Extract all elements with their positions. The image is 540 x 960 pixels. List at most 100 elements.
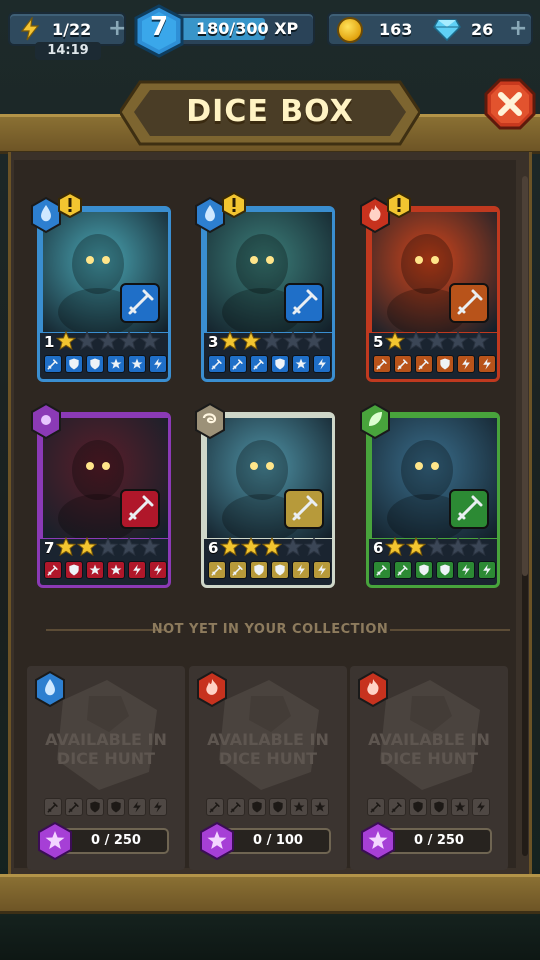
star-empty-icon xyxy=(405,330,427,351)
sword-face-icon xyxy=(208,561,226,579)
collection-section-label: NOT YET IN YOUR COLLECTION xyxy=(151,622,389,637)
sword-face-icon xyxy=(394,561,412,579)
star-empty-icon xyxy=(97,330,119,351)
diamond-icon xyxy=(433,19,461,41)
sword-face-icon xyxy=(388,798,406,816)
star-face-icon xyxy=(451,798,469,816)
shield-face-icon xyxy=(86,355,104,373)
star-empty-icon xyxy=(303,536,325,557)
sword-face-icon xyxy=(373,355,391,373)
shield-face-icon xyxy=(436,355,454,373)
dice-stars xyxy=(384,536,490,557)
shield-face-icon xyxy=(86,798,104,816)
fire-element-icon xyxy=(356,670,390,708)
frame-bottom xyxy=(0,874,540,914)
star-filled-icon xyxy=(384,330,406,351)
shard-star-icon xyxy=(197,821,237,861)
sword-face-icon xyxy=(394,355,412,373)
dice-icon xyxy=(449,283,489,323)
bolt-face-icon xyxy=(292,561,310,579)
sword-face-icon xyxy=(250,355,268,373)
bolt-face-icon xyxy=(128,798,146,816)
sword-face-icon xyxy=(373,561,391,579)
locked-dice-faces xyxy=(206,798,329,816)
sword-face-icon xyxy=(367,798,385,816)
bolt-face-icon xyxy=(313,561,331,579)
sword-face-icon xyxy=(227,798,245,816)
star-empty-icon xyxy=(426,536,448,557)
sword-face-icon xyxy=(44,561,62,579)
dice-icon xyxy=(449,489,489,529)
bolt-face-icon xyxy=(478,355,496,373)
star-filled-icon xyxy=(384,536,406,557)
dice-level: 7 xyxy=(44,539,55,557)
dice-stars xyxy=(219,330,325,351)
currency-pill[interactable]: 163 26 + xyxy=(327,12,533,46)
dice-faces xyxy=(44,561,167,579)
sword-face-icon xyxy=(65,798,83,816)
availability-text: AVAILABLE IN DICE HUNT xyxy=(207,730,329,768)
energy-pill[interactable]: 1/22 + xyxy=(8,12,126,46)
player-level: 7 xyxy=(149,12,169,42)
star-empty-icon xyxy=(282,330,304,351)
availability-text: AVAILABLE IN DICE HUNT xyxy=(368,730,490,768)
dice-faces xyxy=(373,355,496,373)
shield-face-icon xyxy=(107,798,125,816)
dice-icon xyxy=(120,283,160,323)
bolt-face-icon xyxy=(149,798,167,816)
coin-icon xyxy=(337,17,363,43)
star-empty-icon xyxy=(76,330,98,351)
warning-icon[interactable] xyxy=(57,191,83,219)
scrollbar[interactable] xyxy=(522,176,528,856)
warning-icon[interactable] xyxy=(221,191,247,219)
bolt-face-icon xyxy=(149,561,167,579)
star-filled-icon xyxy=(261,536,283,557)
bolt-face-icon xyxy=(457,561,475,579)
star-empty-icon xyxy=(139,330,161,351)
dice-faces xyxy=(208,355,331,373)
bolt-face-icon xyxy=(457,355,475,373)
star-face-icon xyxy=(128,355,146,373)
star-empty-icon xyxy=(447,536,469,557)
add-currency-icon[interactable]: + xyxy=(509,18,527,40)
star-filled-icon xyxy=(219,536,241,557)
star-filled-icon xyxy=(405,536,427,557)
star-face-icon xyxy=(311,798,329,816)
dice-faces xyxy=(208,561,331,579)
locked-dice-faces xyxy=(44,798,167,816)
close-button[interactable] xyxy=(484,78,536,130)
shield-face-icon xyxy=(65,561,83,579)
warning-icon[interactable] xyxy=(386,191,412,219)
dice-stars xyxy=(55,330,161,351)
shield-face-icon xyxy=(430,798,448,816)
star-empty-icon xyxy=(118,330,140,351)
star-filled-icon xyxy=(219,330,241,351)
dice-stars xyxy=(384,330,490,351)
fire-element-icon xyxy=(195,670,229,708)
star-face-icon xyxy=(292,355,310,373)
sword-face-icon xyxy=(44,355,62,373)
shield-face-icon xyxy=(250,561,268,579)
page-title: DICE BOX xyxy=(186,94,354,129)
dice-level: 6 xyxy=(373,539,384,557)
bolt-face-icon xyxy=(128,561,146,579)
dice-level: 1 xyxy=(44,333,55,351)
dice-faces xyxy=(373,561,496,579)
star-filled-icon xyxy=(55,330,77,351)
bolt-face-icon xyxy=(472,798,490,816)
star-filled-icon xyxy=(240,330,262,351)
energy-timer: 14:19 xyxy=(35,42,101,60)
water-element-icon xyxy=(33,670,67,708)
sword-face-icon xyxy=(206,798,224,816)
star-empty-icon xyxy=(261,330,283,351)
star-filled-icon xyxy=(240,536,262,557)
dice-icon xyxy=(284,489,324,529)
add-energy-icon[interactable]: + xyxy=(108,18,126,40)
shield-face-icon xyxy=(415,561,433,579)
shield-face-icon xyxy=(271,355,289,373)
scroll-thumb[interactable] xyxy=(522,176,528,576)
shield-face-icon xyxy=(436,561,454,579)
sword-face-icon xyxy=(208,355,226,373)
shield-face-icon xyxy=(269,798,287,816)
star-empty-icon xyxy=(118,536,140,557)
